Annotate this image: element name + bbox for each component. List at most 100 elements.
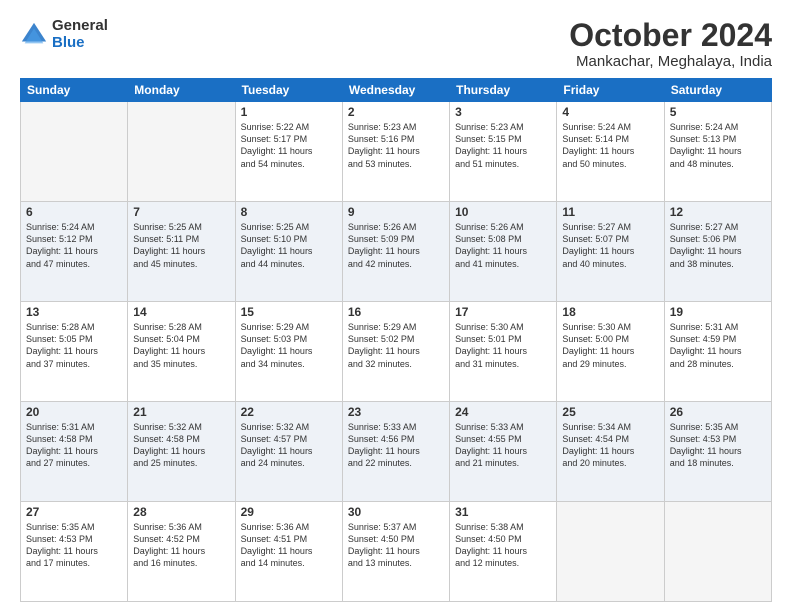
calendar-cell: 7 Sunrise: 5:25 AM Sunset: 5:11 PM Daylig…: [128, 202, 235, 302]
day-info: Sunrise: 5:31 AM Sunset: 4:58 PM Dayligh…: [26, 421, 122, 470]
day-number: 13: [26, 305, 122, 319]
day-number: 31: [455, 505, 551, 519]
day-info: Sunrise: 5:24 AM Sunset: 5:13 PM Dayligh…: [670, 121, 766, 170]
day-number: 24: [455, 405, 551, 419]
calendar-cell: 2 Sunrise: 5:23 AM Sunset: 5:16 PM Daylig…: [342, 102, 449, 202]
day-number: 16: [348, 305, 444, 319]
day-info: Sunrise: 5:24 AM Sunset: 5:12 PM Dayligh…: [26, 221, 122, 270]
day-info: Sunrise: 5:30 AM Sunset: 5:00 PM Dayligh…: [562, 321, 658, 370]
calendar-cell: 25 Sunrise: 5:34 AM Sunset: 4:54 PM Dayli…: [557, 402, 664, 502]
calendar-cell: 15 Sunrise: 5:29 AM Sunset: 5:03 PM Dayli…: [235, 302, 342, 402]
page: General Blue October 2024 Mankachar, Meg…: [0, 0, 792, 612]
calendar-cell: 16Sunrise: 5:29 AM Sunset: 5:02 PM Dayli…: [342, 302, 449, 402]
col-tuesday: Tuesday: [235, 79, 342, 102]
day-number: 9: [348, 205, 444, 219]
calendar-week-5: 27Sunrise: 5:35 AM Sunset: 4:53 PM Dayli…: [21, 502, 772, 602]
day-info: Sunrise: 5:25 AM Sunset: 5:10 PM Dayligh…: [241, 221, 337, 270]
calendar-cell: 21Sunrise: 5:32 AM Sunset: 4:58 PM Dayli…: [128, 402, 235, 502]
calendar-cell: 11 Sunrise: 5:27 AM Sunset: 5:07 PM Dayli…: [557, 202, 664, 302]
calendar-cell: 13 Sunrise: 5:28 AM Sunset: 5:05 PM Dayli…: [21, 302, 128, 402]
calendar-cell: 1 Sunrise: 5:22 AM Sunset: 5:17 PM Daylig…: [235, 102, 342, 202]
calendar-cell: 29 Sunrise: 5:36 AM Sunset: 4:51 PM Dayli…: [235, 502, 342, 602]
calendar-cell: 24 Sunrise: 5:33 AM Sunset: 4:55 PM Dayli…: [450, 402, 557, 502]
day-info: Sunrise: 5:36 AM Sunset: 4:52 PM Dayligh…: [133, 521, 229, 570]
day-info: Sunrise: 5:33 AM Sunset: 4:56 PM Dayligh…: [348, 421, 444, 470]
day-number: 25: [562, 405, 658, 419]
day-number: 6: [26, 205, 122, 219]
day-number: 12: [670, 205, 766, 219]
day-info: Sunrise: 5:23 AM Sunset: 5:16 PM Dayligh…: [348, 121, 444, 170]
day-info: Sunrise: 5:25 AM Sunset: 5:11 PM Dayligh…: [133, 221, 229, 270]
day-info: Sunrise: 5:28 AM Sunset: 5:04 PM Dayligh…: [133, 321, 229, 370]
calendar-cell: 8Sunrise: 5:25 AM Sunset: 5:10 PM Daylig…: [235, 202, 342, 302]
day-info: Sunrise: 5:33 AM Sunset: 4:55 PM Dayligh…: [455, 421, 551, 470]
logo-text: General Blue: [52, 18, 108, 51]
calendar-cell: 9Sunrise: 5:26 AM Sunset: 5:09 PM Daylig…: [342, 202, 449, 302]
day-number: 17: [455, 305, 551, 319]
day-number: 26: [670, 405, 766, 419]
day-number: 4: [562, 105, 658, 119]
day-number: 18: [562, 305, 658, 319]
day-info: Sunrise: 5:23 AM Sunset: 5:15 PM Dayligh…: [455, 121, 551, 170]
logo-general-text: General: [52, 18, 108, 35]
day-info: Sunrise: 5:30 AM Sunset: 5:01 PM Dayligh…: [455, 321, 551, 370]
calendar-week-3: 13 Sunrise: 5:28 AM Sunset: 5:05 PM Dayli…: [21, 302, 772, 402]
calendar-cell: 14 Sunrise: 5:28 AM Sunset: 5:04 PM Dayli…: [128, 302, 235, 402]
col-thursday: Thursday: [450, 79, 557, 102]
calendar-cell: 19Sunrise: 5:31 AM Sunset: 4:59 PM Dayli…: [664, 302, 771, 402]
calendar-cell: 3 Sunrise: 5:23 AM Sunset: 5:15 PM Daylig…: [450, 102, 557, 202]
day-number: 2: [348, 105, 444, 119]
day-number: 10: [455, 205, 551, 219]
calendar-cell: 30Sunrise: 5:37 AM Sunset: 4:50 PM Dayli…: [342, 502, 449, 602]
day-info: Sunrise: 5:32 AM Sunset: 4:57 PM Dayligh…: [241, 421, 337, 470]
calendar-cell: 28Sunrise: 5:36 AM Sunset: 4:52 PM Dayli…: [128, 502, 235, 602]
day-number: 1: [241, 105, 337, 119]
calendar-cell: 12 Sunrise: 5:27 AM Sunset: 5:06 PM Dayli…: [664, 202, 771, 302]
day-number: 14: [133, 305, 229, 319]
day-info: Sunrise: 5:26 AM Sunset: 5:08 PM Dayligh…: [455, 221, 551, 270]
calendar-cell: 18 Sunrise: 5:30 AM Sunset: 5:00 PM Dayli…: [557, 302, 664, 402]
day-number: 22: [241, 405, 337, 419]
header-row: Sunday Monday Tuesday Wednesday Thursday…: [21, 79, 772, 102]
day-info: Sunrise: 5:32 AM Sunset: 4:58 PM Dayligh…: [133, 421, 229, 470]
day-info: Sunrise: 5:27 AM Sunset: 5:07 PM Dayligh…: [562, 221, 658, 270]
calendar-cell: 20Sunrise: 5:31 AM Sunset: 4:58 PM Dayli…: [21, 402, 128, 502]
calendar-cell: [21, 102, 128, 202]
calendar-cell: 26 Sunrise: 5:35 AM Sunset: 4:53 PM Dayli…: [664, 402, 771, 502]
day-info: Sunrise: 5:34 AM Sunset: 4:54 PM Dayligh…: [562, 421, 658, 470]
day-number: 5: [670, 105, 766, 119]
calendar-table: Sunday Monday Tuesday Wednesday Thursday…: [20, 78, 772, 602]
day-info: Sunrise: 5:27 AM Sunset: 5:06 PM Dayligh…: [670, 221, 766, 270]
logo-blue-text: Blue: [52, 35, 108, 52]
day-number: 7: [133, 205, 229, 219]
calendar-cell: 22 Sunrise: 5:32 AM Sunset: 4:57 PM Dayli…: [235, 402, 342, 502]
calendar-cell: [664, 502, 771, 602]
calendar-cell: 17 Sunrise: 5:30 AM Sunset: 5:01 PM Dayli…: [450, 302, 557, 402]
day-number: 15: [241, 305, 337, 319]
day-info: Sunrise: 5:31 AM Sunset: 4:59 PM Dayligh…: [670, 321, 766, 370]
day-info: Sunrise: 5:29 AM Sunset: 5:03 PM Dayligh…: [241, 321, 337, 370]
calendar-cell: 10 Sunrise: 5:26 AM Sunset: 5:08 PM Dayli…: [450, 202, 557, 302]
calendar-week-2: 6 Sunrise: 5:24 AM Sunset: 5:12 PM Daylig…: [21, 202, 772, 302]
day-info: Sunrise: 5:28 AM Sunset: 5:05 PM Dayligh…: [26, 321, 122, 370]
logo-icon: [20, 21, 48, 49]
day-number: 3: [455, 105, 551, 119]
day-number: 29: [241, 505, 337, 519]
day-info: Sunrise: 5:36 AM Sunset: 4:51 PM Dayligh…: [241, 521, 337, 570]
header: General Blue October 2024 Mankachar, Meg…: [20, 18, 772, 70]
calendar-cell: 27Sunrise: 5:35 AM Sunset: 4:53 PM Dayli…: [21, 502, 128, 602]
calendar-cell: [557, 502, 664, 602]
col-friday: Friday: [557, 79, 664, 102]
col-saturday: Saturday: [664, 79, 771, 102]
calendar-cell: 31Sunrise: 5:38 AM Sunset: 4:50 PM Dayli…: [450, 502, 557, 602]
day-number: 11: [562, 205, 658, 219]
calendar-week-1: 1 Sunrise: 5:22 AM Sunset: 5:17 PM Daylig…: [21, 102, 772, 202]
sub-title: Mankachar, Meghalaya, India: [569, 53, 772, 70]
day-number: 30: [348, 505, 444, 519]
day-number: 23: [348, 405, 444, 419]
calendar-cell: 4Sunrise: 5:24 AM Sunset: 5:14 PM Daylig…: [557, 102, 664, 202]
col-sunday: Sunday: [21, 79, 128, 102]
calendar-cell: [128, 102, 235, 202]
day-info: Sunrise: 5:35 AM Sunset: 4:53 PM Dayligh…: [670, 421, 766, 470]
day-info: Sunrise: 5:22 AM Sunset: 5:17 PM Dayligh…: [241, 121, 337, 170]
